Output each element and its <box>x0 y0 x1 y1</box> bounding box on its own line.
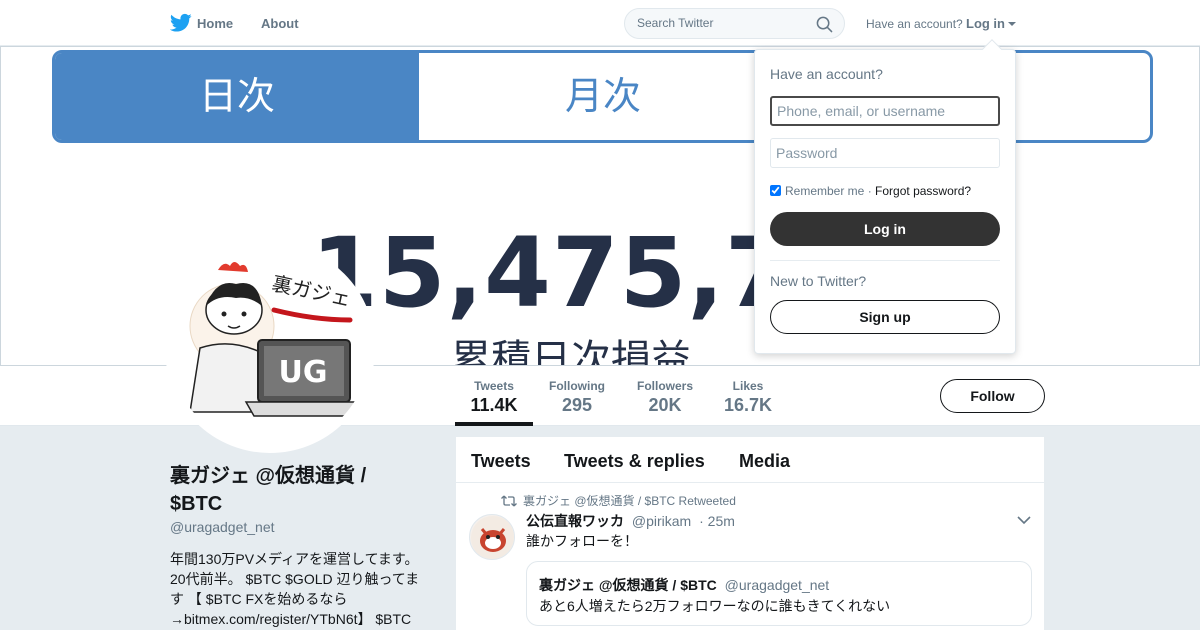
top-nav: Home About Have an account? Log in <box>0 0 1200 46</box>
quote-author-name: 裏ガジェ @仮想通貨 / $BTC <box>539 577 717 593</box>
stat-label: Likes <box>732 379 764 393</box>
retweet-icon <box>501 495 517 507</box>
login-button[interactable]: Log in <box>770 212 1000 246</box>
login-dropdown: Have an account? Remember me · Forgot pa… <box>754 39 1016 354</box>
search-input[interactable] <box>637 16 807 30</box>
stat-label: Followers <box>636 379 693 393</box>
tab-tweets-replies[interactable]: Tweets & replies <box>564 451 705 472</box>
forgot-password-link[interactable]: Forgot password? <box>875 184 971 198</box>
tweet-timestamp[interactable]: · 25m <box>699 513 735 529</box>
stat-following[interactable]: Following 295 <box>545 366 609 426</box>
tweet-author-handle[interactable]: @pirikam <box>632 513 691 529</box>
profile-bio: 年間130万PVメディアを運営してます。20代前半。 $BTC $GOLD 辺り… <box>170 551 420 627</box>
new-to-twitter-text: New to Twitter? <box>770 273 867 289</box>
caret-down-icon <box>1008 22 1016 26</box>
stat-label: Following <box>549 379 605 393</box>
avatar-badge: UG <box>279 355 328 390</box>
remember-me-label[interactable]: Remember me <box>785 184 864 198</box>
tweet-header: 公伝直報ワッカ @pirikam · 25m <box>526 511 735 531</box>
username-field[interactable] <box>770 96 1000 126</box>
stat-value: 20K <box>648 395 682 415</box>
remember-row: Remember me · Forgot password? <box>770 184 971 198</box>
search-box <box>624 8 845 39</box>
quote-text: あと6人増えたら2万フォロワーなのに誰もきてくれない <box>539 598 891 614</box>
stat-value: 16.7K <box>723 395 773 415</box>
dropdown-divider <box>770 260 1000 261</box>
timeline-tabs: Tweets Tweets & replies Media <box>456 437 1044 483</box>
login-dropdown-toggle[interactable]: Log in <box>966 16 1016 31</box>
remember-separator: · <box>867 184 872 198</box>
tweet-avatar[interactable] <box>469 514 515 560</box>
stat-followers[interactable]: Followers 20K <box>633 366 697 426</box>
have-account-text: Have an account? <box>866 17 963 31</box>
retweet-context[interactable]: 裏ガジェ @仮想通貨 / $BTC Retweeted <box>501 492 736 509</box>
timeline: Tweets Tweets & replies Media 裏ガジェ @仮想通貨… <box>456 437 1044 630</box>
stat-tweets[interactable]: Tweets 11.4K <box>455 366 533 426</box>
nav-home-link[interactable]: Home <box>197 16 233 31</box>
tab-tweets[interactable]: Tweets <box>471 451 531 472</box>
nav-about-link[interactable]: About <box>261 16 299 31</box>
follow-button[interactable]: Follow <box>940 379 1045 413</box>
quote-author-handle: @uragadget_net <box>724 577 830 593</box>
chevron-down-icon[interactable] <box>1017 515 1031 525</box>
dropdown-heading: Have an account? <box>770 66 883 82</box>
profile-handle[interactable]: @uragadget_net <box>170 519 275 535</box>
password-field[interactable] <box>770 138 1000 168</box>
quoted-tweet[interactable]: 裏ガジェ @仮想通貨 / $BTC @uragadget_net あと6人増えた… <box>526 561 1032 626</box>
stat-label: Tweets <box>474 379 514 393</box>
tweet-author-name[interactable]: 公伝直報ワッカ <box>526 513 624 529</box>
banner-subtitle: 累積日次損益 <box>451 337 691 366</box>
remember-me-checkbox[interactable] <box>770 185 781 196</box>
tweet-text: 誰かフォローを！ <box>526 533 638 549</box>
avatar-illustration: UG 裏ガジェ <box>189 262 368 417</box>
signup-button[interactable]: Sign up <box>770 300 1000 334</box>
tweet-avatar-image <box>471 516 514 559</box>
login-link-label: Log in <box>966 16 1005 31</box>
profile-name[interactable]: 裏ガジェ @仮想通貨 / $BTC <box>170 462 410 518</box>
search-icon[interactable] <box>816 16 833 33</box>
tab-media[interactable]: Media <box>739 451 790 472</box>
quote-header: 裏ガジェ @仮想通貨 / $BTC @uragadget_net <box>539 575 829 595</box>
banner-tab-monthly: 月次 <box>564 74 641 118</box>
avatar[interactable]: UG 裏ガジェ <box>165 243 375 453</box>
avatar-caption: 裏ガジェ <box>270 271 353 311</box>
twitter-bird-icon[interactable] <box>170 13 192 33</box>
banner-tab-daily: 日次 <box>55 53 419 140</box>
retweet-label: 裏ガジェ @仮想通貨 / $BTC Retweeted <box>523 494 736 508</box>
stat-value: 295 <box>561 395 593 415</box>
stat-likes[interactable]: Likes 16.7K <box>718 366 778 426</box>
stat-value: 11.4K <box>470 395 518 415</box>
